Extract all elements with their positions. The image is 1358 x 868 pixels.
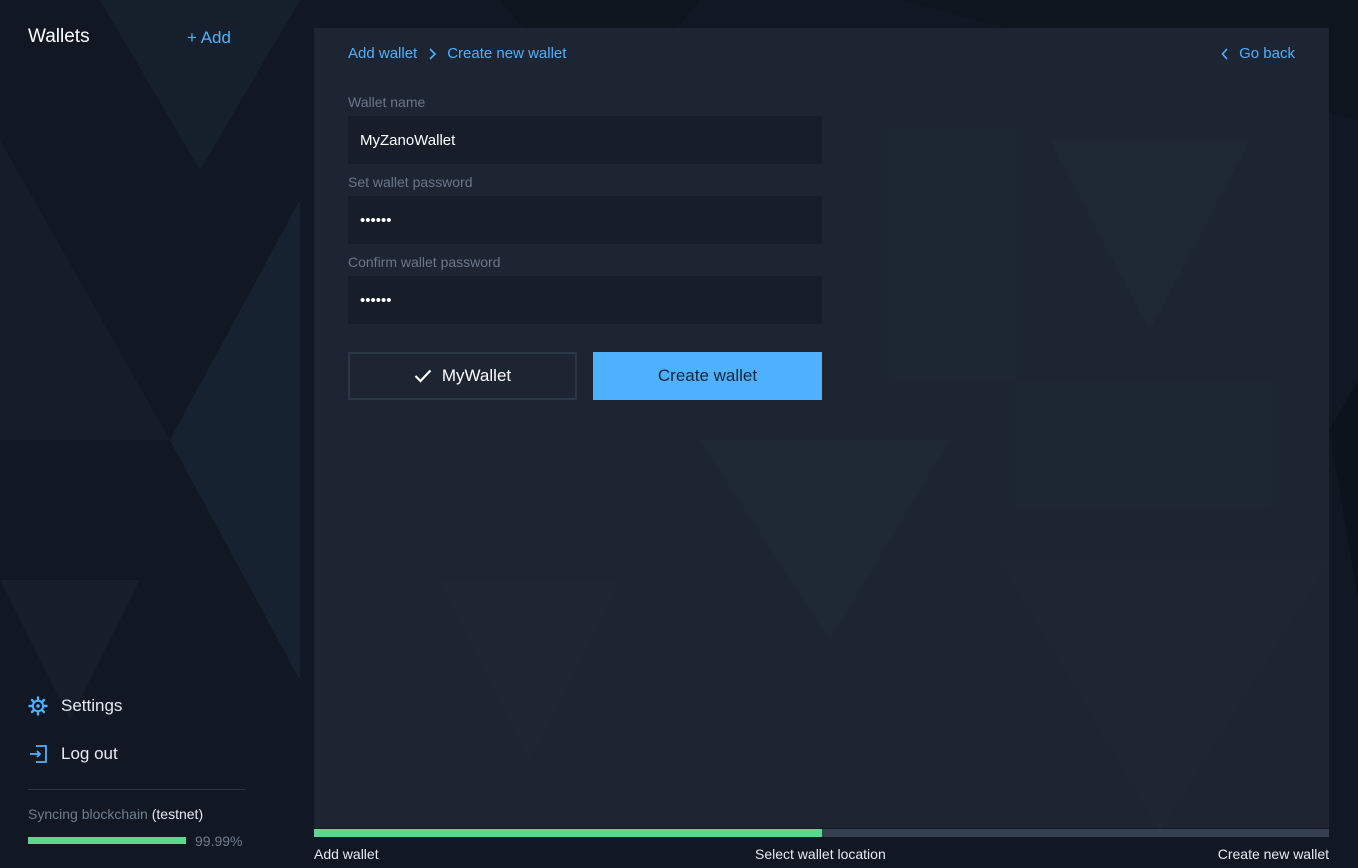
chevron-left-icon: [1221, 47, 1228, 60]
gear-icon: [28, 696, 48, 716]
sync-progress-fill: [28, 837, 186, 844]
password-input[interactable]: [348, 196, 822, 244]
confirm-password-label: Confirm wallet password: [348, 254, 501, 270]
select-location-label: MyWallet: [441, 366, 512, 385]
step-create-new-wallet: Create new wallet: [1217, 846, 1329, 862]
chevron-right-icon: [429, 47, 437, 60]
sync-progress-bar: [28, 837, 186, 844]
sidebar: Wallets + Add Settings Log out Syncing b…: [0, 0, 272, 868]
sync-status-text: Syncing blockchain: [28, 806, 148, 822]
sync-status: Syncing blockchain (testnet): [28, 806, 203, 822]
sidebar-title: Wallets: [28, 26, 90, 47]
select-location-button[interactable]: MyWallet: [348, 352, 577, 400]
checkmark-icon: [414, 369, 432, 383]
add-wallet-link[interactable]: + Add: [187, 28, 231, 48]
sidebar-item-settings[interactable]: Settings: [28, 696, 122, 716]
sync-percent: 99.99%: [195, 833, 243, 849]
wallet-name-label: Wallet name: [348, 94, 426, 110]
logout-icon: [30, 745, 47, 763]
breadcrumb-create-new-wallet: Create new wallet: [447, 45, 567, 62]
steps-progress-fill: [314, 829, 822, 837]
step-add-wallet: Add wallet: [314, 846, 379, 862]
step-select-location: Select wallet location: [755, 846, 886, 862]
sidebar-item-label: Settings: [61, 696, 123, 715]
create-wallet-panel: Add wallet Create new wallet Go back Wal…: [314, 28, 1329, 828]
sidebar-item-label: Log out: [61, 744, 118, 763]
breadcrumb: Add wallet Create new wallet: [348, 45, 566, 62]
sidebar-item-logout[interactable]: Log out: [28, 744, 118, 764]
confirm-password-input[interactable]: [348, 276, 822, 324]
breadcrumb-add-wallet[interactable]: Add wallet: [348, 45, 417, 62]
go-back-label: Go back: [1239, 45, 1295, 62]
password-label: Set wallet password: [348, 174, 473, 190]
wallet-name-input[interactable]: [348, 116, 822, 164]
create-wallet-button[interactable]: Create wallet: [593, 352, 822, 400]
sync-network: (testnet): [151, 806, 204, 822]
go-back-link[interactable]: Go back: [1221, 45, 1295, 62]
sidebar-divider: [28, 789, 245, 790]
steps-progress-bar: [314, 829, 1329, 837]
